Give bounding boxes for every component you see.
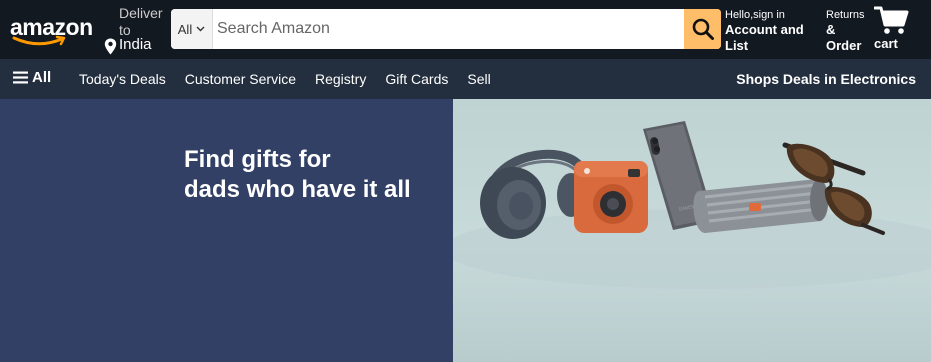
top-navigation-bar: amazon Deliver to India All H <box>0 0 931 59</box>
hamburger-menu-icon <box>13 71 28 84</box>
nav-links: Today's Deals Customer Service Registry … <box>79 71 491 87</box>
deliver-location: India <box>119 36 152 53</box>
hero-banner-image[interactable]: SAMSUNG <box>453 99 931 362</box>
search-bar: All <box>171 9 721 49</box>
chevron-down-icon <box>196 26 205 32</box>
account-label-list: List <box>725 38 749 53</box>
deliver-label: Deliver <box>119 5 163 21</box>
nav-link-registry[interactable]: Registry <box>315 71 366 87</box>
returns-and-orders-link[interactable]: Returns & Order <box>826 8 870 54</box>
hero-products-illustration: SAMSUNG <box>453 121 931 289</box>
orders-label: Order <box>826 38 862 53</box>
cart-label: cart <box>874 36 898 51</box>
search-icon <box>692 18 714 40</box>
all-menu-label: All <box>32 69 52 86</box>
logo-smile-icon <box>12 35 66 46</box>
returns-label: Returns <box>826 9 865 21</box>
account-label: Account and <box>725 22 804 37</box>
nav-link-customer-service[interactable]: Customer Service <box>185 71 296 87</box>
cart-button[interactable]: cart <box>872 4 924 54</box>
account-and-lists-menu[interactable]: Hello,sign in Account and List <box>725 8 817 54</box>
account-greeting: Hello,sign in <box>725 9 785 21</box>
hero-headline-line1: Find gifts for <box>184 146 331 173</box>
amazon-logo[interactable]: amazon <box>10 14 94 48</box>
hero-headline: Find gifts for dads who have it all <box>184 145 444 205</box>
instant-camera-image <box>574 161 648 233</box>
orders-ampersand: & <box>826 22 836 37</box>
search-button[interactable] <box>684 9 721 49</box>
secondary-navigation-bar: All Today's Deals Customer Service Regis… <box>0 59 931 99</box>
nav-link-gift-cards[interactable]: Gift Cards <box>385 71 448 87</box>
location-pin-icon <box>104 38 117 55</box>
search-input[interactable] <box>213 9 684 49</box>
search-category-label: All <box>177 21 193 37</box>
hero-headline-line2: dads who have it all <box>184 176 411 203</box>
all-menu-button[interactable]: All <box>13 69 51 86</box>
cart-icon <box>874 6 909 34</box>
nav-link-todays-deals[interactable]: Today's Deals <box>79 71 166 87</box>
nav-link-sell[interactable]: Sell <box>467 71 490 87</box>
deliver-to-location[interactable]: Deliver to India <box>104 4 166 55</box>
search-category-dropdown[interactable]: All <box>171 9 213 49</box>
hero-banner-text-panel[interactable]: Find gifts for dads who have it all <box>0 99 453 362</box>
nav-promo-link[interactable]: Shops Deals in Electronics <box>736 71 916 87</box>
